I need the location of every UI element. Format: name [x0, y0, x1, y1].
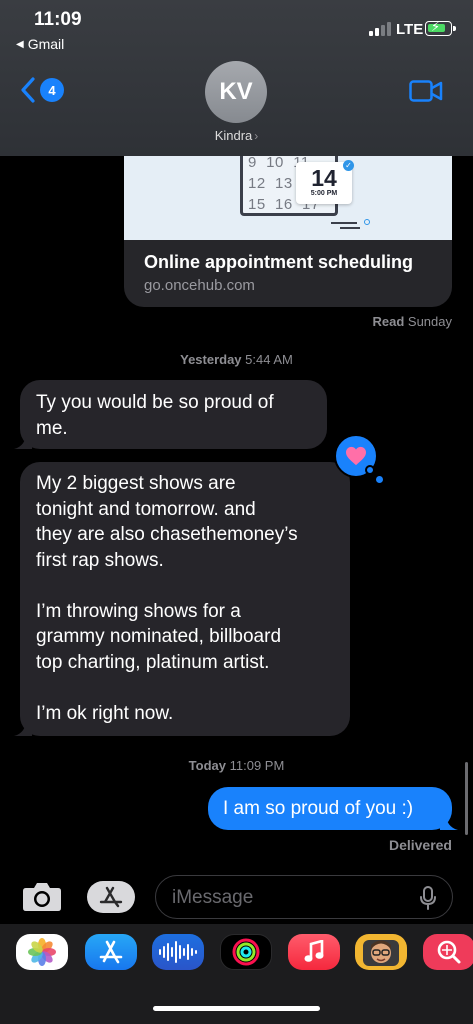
link-url: go.oncehub.com [144, 277, 255, 294]
incoming-message-bubble[interactable]: Ty you would be so proud of me. [14, 380, 327, 449]
contact-avatar[interactable]: KV [205, 61, 267, 123]
delivery-status: Delivered [388, 837, 452, 853]
timestamp-divider: Today 11:09 PM [0, 758, 473, 773]
back-triangle-icon: ◀ [16, 38, 24, 50]
message-input-field[interactable] [155, 875, 453, 919]
cellular-signal-icon [369, 22, 391, 36]
contact-name: Kindra [214, 128, 253, 143]
bubble-tail [14, 433, 32, 449]
music-app-button[interactable] [288, 934, 340, 970]
camera-icon [23, 883, 61, 911]
app-store-app-button[interactable] [85, 934, 137, 970]
contact-name-button[interactable]: Kindra › [0, 128, 473, 143]
app-store-icon [99, 940, 123, 964]
music-icon [304, 940, 324, 962]
chevron-left-icon [21, 77, 35, 103]
back-to-conversations-button[interactable]: 4 [20, 76, 64, 104]
status-bar: 11:09 ◀ Gmail LTE ⚡ [0, 0, 473, 56]
scroll-indicator[interactable] [465, 762, 468, 835]
app-store-drawer-button[interactable] [87, 881, 135, 913]
link-title: Online appointment scheduling [144, 252, 414, 272]
message-input[interactable] [172, 885, 412, 911]
message-text: Ty you would be so proud of me. [36, 392, 274, 439]
read-label: Read [372, 314, 405, 329]
search-images-icon [437, 940, 461, 964]
unread-count-badge: 4 [40, 78, 64, 102]
timestamp-day: Yesterday [180, 352, 242, 367]
audio-message-icon [159, 941, 197, 963]
search-images-app-button[interactable] [423, 934, 473, 970]
calendar-selected-date: 14 5:00 PM ✓ [296, 160, 354, 204]
photos-app-button[interactable] [16, 934, 68, 970]
link-preview-card[interactable]: 9 10 11 12 13 15 16 17 14 5:00 PM ✓ Onli… [124, 156, 452, 307]
timestamp-time: 5:44 AM [245, 352, 293, 367]
network-type: LTE [396, 21, 424, 38]
bubble-tail [440, 814, 458, 830]
microphone-icon[interactable] [419, 886, 437, 910]
return-app-label: Gmail [27, 36, 65, 52]
audio-message-app-button[interactable] [152, 934, 204, 970]
home-indicator[interactable] [153, 1006, 320, 1011]
heart-icon [346, 446, 366, 466]
app-store-icon [99, 886, 123, 908]
battery-icon: ⚡ [425, 19, 456, 36]
camera-button[interactable] [22, 880, 62, 912]
timestamp-day: Today [188, 758, 226, 773]
status-time: 11:09 [34, 9, 82, 30]
calendar-time: 5:00 PM [310, 190, 338, 197]
timestamp-time: 11:09 PM [229, 758, 285, 773]
charging-bolt-icon: ⚡ [431, 19, 441, 34]
video-camera-icon [409, 80, 443, 102]
message-text: I am so proud of you :) [223, 798, 414, 819]
bubble-tail [14, 720, 32, 736]
memoji-app-button[interactable] [355, 934, 407, 970]
checkmark-icon: ✓ [343, 160, 354, 171]
facetime-video-button[interactable] [409, 80, 443, 107]
activity-icon [232, 938, 260, 966]
read-receipt: Read Sunday [372, 314, 452, 329]
imessage-app-drawer [0, 924, 473, 1024]
return-to-app-link[interactable]: ◀ Gmail [16, 36, 64, 52]
photos-icon [28, 938, 56, 966]
outgoing-message-bubble[interactable]: I am so proud of you :) [208, 787, 458, 830]
message-text: My 2 biggest shows are tonight and tomor… [36, 473, 298, 724]
activity-app-button[interactable] [220, 934, 272, 970]
read-when: Sunday [407, 314, 452, 329]
conversation-header: 11:09 ◀ Gmail LTE ⚡ 4 KV Kindra › [0, 0, 473, 156]
tapback-tail [376, 476, 383, 483]
timestamp-divider: Yesterday 5:44 AM [0, 352, 473, 367]
chevron-right-icon: › [254, 129, 259, 143]
tapback-tail [365, 465, 375, 475]
incoming-message-bubble[interactable]: My 2 biggest shows are tonight and tomor… [14, 462, 350, 736]
memoji-icon [363, 940, 399, 966]
link-preview-image: 9 10 11 12 13 15 16 17 14 5:00 PM ✓ [124, 156, 452, 240]
